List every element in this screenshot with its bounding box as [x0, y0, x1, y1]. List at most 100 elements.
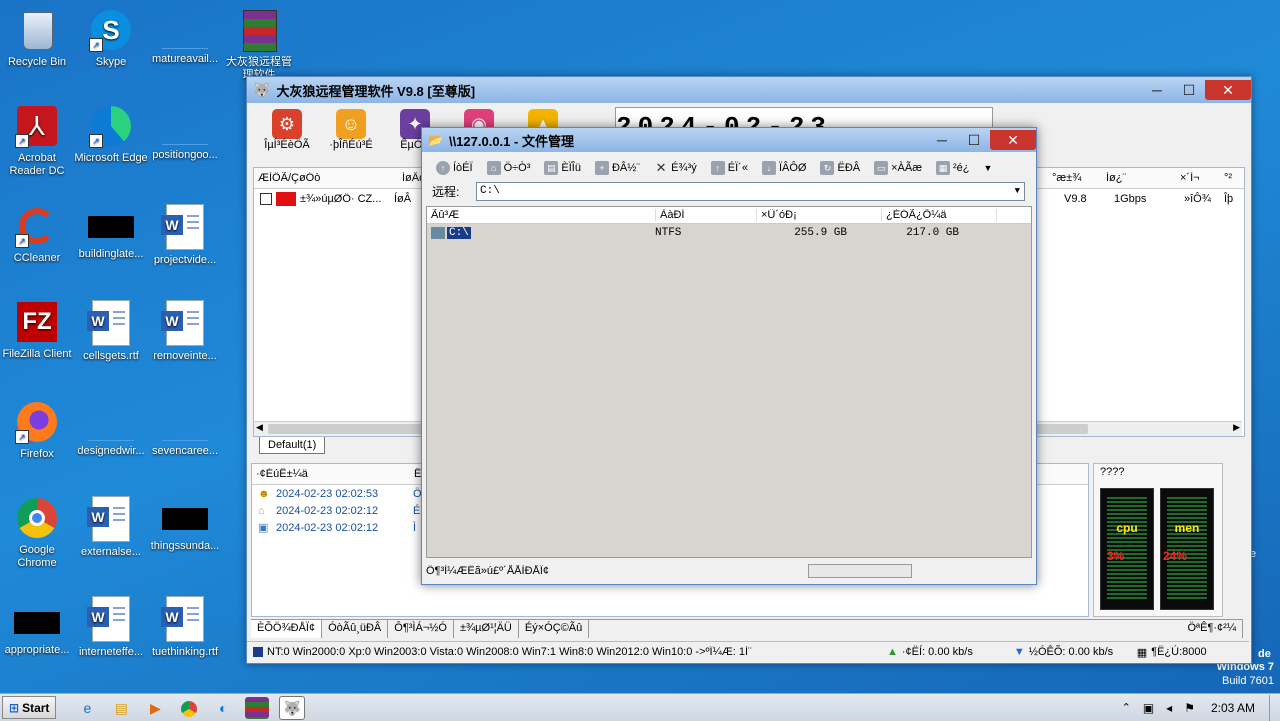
taskbar-ie-icon[interactable]: e [75, 697, 99, 719]
desktop-icon-positiongoo[interactable]: positiongoo... [148, 104, 222, 162]
desktop-icon-interneteffe[interactable]: W interneteffe... [74, 596, 148, 659]
fm-maximize-button[interactable]: ☐ [958, 130, 990, 150]
file-thumbnail [88, 400, 134, 441]
column-name[interactable]: Ãû³Æ [427, 209, 656, 221]
desktop-icon-acrobat[interactable]: ⅄ ↗ Acrobat Reader DC [0, 104, 74, 178]
desktop-icon-recycle-bin[interactable]: Recycle Bin [0, 8, 74, 69]
desktop-icon-ccleaner[interactable]: ↗ CCleaner [0, 204, 74, 265]
minimize-button[interactable]: ─ [1141, 80, 1173, 100]
tab-log[interactable]: ÈÕÖ¾ÐÅÏ¢ [251, 620, 323, 638]
desktop-icon-sevencaree[interactable]: sevencaree... [148, 400, 222, 458]
desktop-icon-firefox[interactable]: ↗ Firefox [0, 400, 74, 461]
fm-tool-view[interactable]: ▤ ÈÏÎü [544, 161, 581, 175]
desktop-icon-chrome[interactable]: Google Chrome [0, 496, 74, 570]
desktop-icon-cellsgets[interactable]: W cellsgets.rtf [74, 300, 148, 363]
tab-local[interactable]: ±¾µØ¹¦ÄÜ [454, 620, 519, 638]
column-type[interactable]: ÀàÐÍ [656, 209, 757, 221]
fm-tool-up[interactable]: ↑ ÍòÉÏ [436, 161, 473, 175]
toolbar-system-settings[interactable]: ⚙ ÎµÍ³ÉèÖÃ [255, 109, 319, 151]
column-time[interactable]: ·¢ÉúÊ±¼ä [252, 468, 410, 480]
column-nic[interactable]: Íø¿¨ [1102, 172, 1176, 184]
drive-row[interactable]: C:\ NTFS 255.9 GB 217.0 GB [427, 224, 1031, 242]
network-icon: ▦ [1136, 646, 1148, 659]
column-free[interactable]: ¿ÉÓÃ¿Õ¼ä [882, 209, 997, 221]
scroll-left-icon[interactable]: ◀ [256, 422, 263, 433]
desktop-icon-appropriate[interactable]: appropriate... [0, 600, 74, 657]
host-checkbox[interactable] [260, 193, 272, 205]
file-manager-titlebar[interactable]: 📂 \\127.0.0.1 - 文件管理 ─ ☐ ✕ [422, 128, 1036, 152]
desktop-icon-matureavail[interactable]: matureavail... [148, 8, 222, 66]
toolbar-overflow-icon[interactable]: ▼ [984, 163, 993, 173]
desktop-icon-buildinglate[interactable]: buildinglate... [74, 204, 148, 261]
fm-close-button[interactable]: ✕ [990, 130, 1036, 150]
tray-volume-icon[interactable]: ◂ [1166, 701, 1172, 715]
digital-clock: 2024-02-23 02:02:43 [615, 107, 993, 129]
taskbar-explorer-icon[interactable]: ▤ [109, 697, 133, 719]
desktop-icon: ▭ [874, 161, 889, 175]
column-version[interactable]: °æ±¾ [1048, 172, 1102, 184]
main-window-title: 大灰狼远程管理软件 V9.8 [至尊版] [276, 83, 476, 99]
desktop-icon-designedwir[interactable]: designedwir... [74, 400, 148, 458]
file-thumbnail [162, 508, 208, 530]
desktop-icon-thingssunda[interactable]: thingssunda... [148, 496, 222, 553]
desktop-icon-dahuilang[interactable]: 大灰狼远程管理软件 [222, 8, 296, 82]
cpu-gauge: cpu 3% [1100, 488, 1154, 610]
tab-knowledge[interactable]: ÖªÊ¶·¢²¼ [1182, 620, 1243, 638]
word-document-icon: W [161, 204, 204, 250]
main-window-titlebar[interactable]: 🐺 大灰狼远程管理软件 V9.8 [至尊版] ─ ☐ ✕ [247, 77, 1251, 103]
recycle-bin-icon [15, 8, 59, 52]
scroll-right-icon[interactable]: ▶ [1233, 422, 1240, 433]
tab-sign[interactable]: Éý×ÓÇ©Ãû [519, 620, 590, 638]
tray-network-icon[interactable]: ▣ [1143, 701, 1154, 715]
taskbar-media-player-icon[interactable]: ▶ [143, 697, 167, 719]
pc-icon [253, 647, 263, 657]
tab-remote[interactable]: Ô¶³ÌÁ¬½Ó [388, 620, 454, 638]
toolbar-service-generate[interactable]: ☺ ·þÎñÉú³É [319, 109, 383, 151]
status-bar: NT:0 Win2000:0 Xp:0 Win2003:0 Vista:0 Wi… [247, 641, 1249, 662]
fm-tool-download[interactable]: ↓ ÏÂÔØ [761, 161, 806, 175]
user-icon: ☻ [258, 487, 270, 500]
column-region[interactable]: ÆÌÖÃ/ÇøÓò [254, 172, 398, 184]
fm-tool-upload[interactable]: ↑ ÉÏ´« [710, 161, 748, 175]
fm-tool-delete[interactable]: ✕ É¾³ý [654, 161, 697, 175]
fm-tool-refresh[interactable]: ↻ ËÐÂ [820, 161, 860, 175]
taskbar-clock[interactable]: 2:03 AM [1211, 701, 1255, 715]
maximize-button[interactable]: ☐ [1173, 80, 1205, 100]
new-folder-icon: + [594, 161, 609, 175]
desktop-icon-projectvide[interactable]: W projectvide... [148, 204, 222, 267]
fm-tool-view-mode[interactable]: ▦ ²é¿ [936, 161, 970, 175]
column-status[interactable]: ×´Ì¬ [1176, 172, 1220, 184]
taskbar-chrome-icon[interactable] [177, 697, 201, 719]
fm-tool-home[interactable]: ⌂ Ö÷Ò³ [486, 161, 530, 175]
show-desktop-button[interactable] [1269, 694, 1280, 721]
fm-minimize-button[interactable]: ─ [926, 130, 958, 150]
filezilla-icon: FZ [15, 300, 59, 344]
desktop-icon-edge[interactable]: ↗ Microsoft Edge [74, 104, 148, 165]
desktop-icon-filezilla[interactable]: FZ FileZilla Client [0, 300, 74, 361]
group-tab-default[interactable]: Default(1) [259, 437, 326, 454]
taskbar: ⊞ Start e ▤ ▶ ◐ 🐺 ⌃ ▣ ◂ ⚑ 2:03 AM [0, 693, 1280, 721]
tab-domain[interactable]: ÓòÃû¸üÐÂ [322, 620, 389, 638]
desktop-icon-skype[interactable]: S ↗ Skype [74, 8, 148, 69]
file-thumbnail [14, 612, 60, 634]
taskbar-edge-icon[interactable]: ◐ [211, 697, 235, 719]
fm-tool-new[interactable]: + ÐÂ½¨ [594, 161, 640, 175]
monitor-icon: ▣ [258, 522, 269, 534]
path-combobox[interactable]: C:\ ▼ [476, 181, 1025, 201]
fm-tool-desktop[interactable]: ▭ ×ÀÃæ [874, 161, 922, 175]
tray-expand-icon[interactable]: ⌃ [1122, 701, 1131, 714]
chevron-down-icon[interactable]: ▼ [1015, 183, 1020, 200]
desktop-icon-tuethinking[interactable]: W tuethinking.rtf [148, 596, 222, 659]
file-list: Ãû³Æ ÀàÐÍ ×Ü´óÐ¡ ¿ÉÓÃ¿Õ¼ä C:\ NTFS 255.9… [426, 206, 1032, 558]
taskbar-winrar-icon[interactable] [245, 696, 270, 719]
column-total[interactable]: ×Ü´óÐ¡ [757, 209, 882, 221]
start-button[interactable]: ⊞ Start [2, 696, 57, 719]
close-button[interactable]: ✕ [1205, 80, 1251, 100]
desktop-icon-removeinte[interactable]: W removeinte... [148, 300, 222, 363]
word-document-icon: W [161, 300, 204, 346]
tray-flag-icon[interactable]: ⚑ [1184, 701, 1195, 715]
word-document-icon: W [87, 596, 130, 642]
column-av[interactable]: °² [1220, 172, 1244, 184]
desktop-icon-externalse[interactable]: W externalse... [74, 496, 148, 559]
taskbar-wolf-app-icon[interactable]: 🐺 [279, 695, 306, 720]
